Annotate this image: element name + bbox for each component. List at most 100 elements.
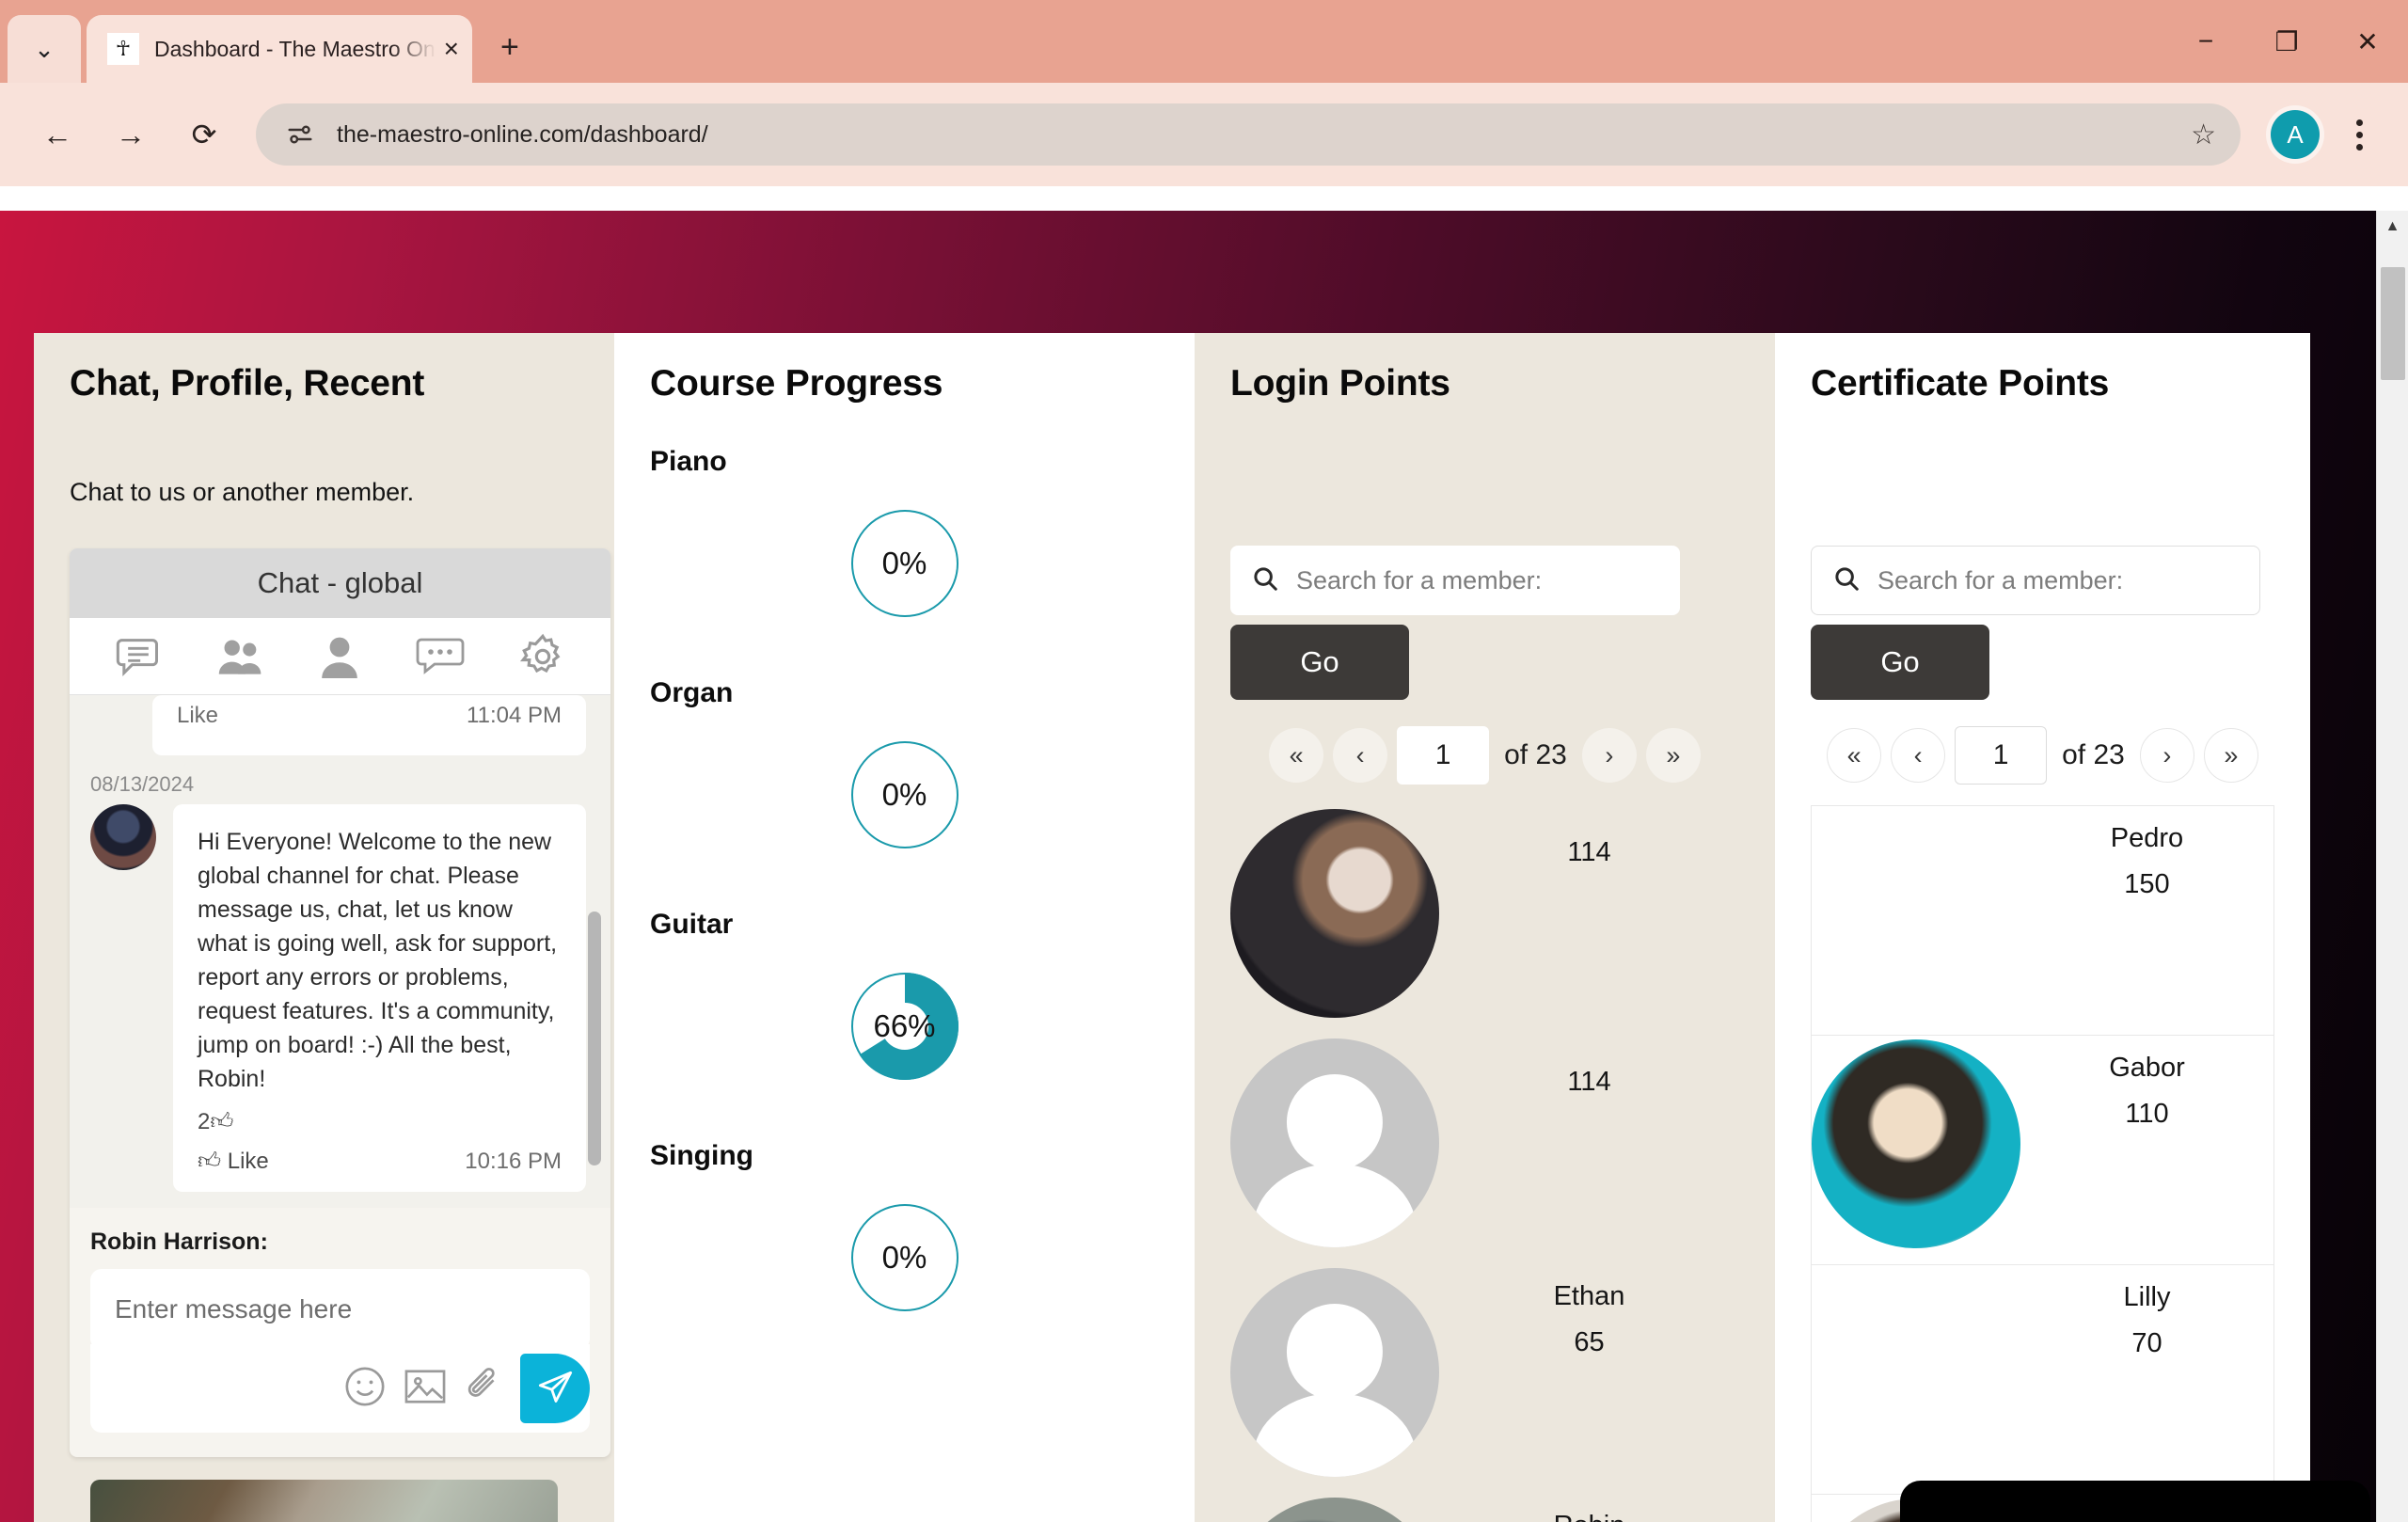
- list-item[interactable]: Ethan 65: [1230, 1264, 1739, 1494]
- message-text: Hi Everyone! Welcome to the new global c…: [198, 829, 558, 1092]
- browser-titlebar: ⌄ ☥ Dashboard - The Maestro Onlin × + − …: [0, 0, 2408, 83]
- forward-icon[interactable]: →: [94, 98, 167, 171]
- progress-value: 66%: [873, 1008, 936, 1043]
- message-bubble: Hi Everyone! Welcome to the new global c…: [173, 804, 586, 1192]
- chat-message-scroll[interactable]: Like 11:04 PM 08/13/2024 Hi Everyone! We…: [70, 695, 610, 1208]
- browser-tab-dashboard[interactable]: ☥ Dashboard - The Maestro Onlin ×: [87, 15, 472, 83]
- certificate-points-title: Certificate Points: [1811, 363, 2110, 404]
- pager-last-button[interactable]: »: [2203, 728, 2258, 783]
- page-scrollbar[interactable]: ▲: [2376, 211, 2408, 1522]
- course-item-organ: Organ 0%: [650, 677, 1159, 867]
- send-icon[interactable]: [520, 1354, 590, 1423]
- search-icon: [1251, 564, 1279, 597]
- pager-total-label: of 23: [2062, 739, 2125, 770]
- progress-value: 0%: [881, 546, 927, 580]
- pager-prev-button[interactable]: ‹: [1333, 728, 1388, 783]
- url-text: the-maestro-online.com/dashboard/: [337, 120, 708, 148]
- member-avatar: [1230, 809, 1439, 1018]
- people-group-icon[interactable]: [216, 635, 265, 678]
- member-name: Lilly: [2123, 1282, 2171, 1312]
- scroll-up-icon[interactable]: ▲: [2377, 211, 2408, 243]
- chat-bubble-lines-icon[interactable]: [114, 632, 163, 681]
- go-button[interactable]: Go: [1811, 625, 1989, 700]
- login-points-column: Login Points Search for a member: Go « ‹…: [1195, 333, 1775, 1522]
- member-score: 150: [2124, 869, 2170, 899]
- certificate-points-search-row: Search for a member: Go: [1811, 546, 2274, 700]
- minimize-button[interactable]: −: [2165, 0, 2246, 83]
- browser-window: ⌄ ☥ Dashboard - The Maestro Onlin × + − …: [0, 0, 2408, 1522]
- pager-last-button[interactable]: »: [1645, 728, 1701, 783]
- back-icon[interactable]: ←: [21, 98, 94, 171]
- chat-action-bar: [90, 1344, 590, 1433]
- member-score: 65: [1574, 1327, 1605, 1357]
- chat-message-input[interactable]: Enter message here: [90, 1269, 590, 1350]
- gear-icon[interactable]: [519, 633, 566, 680]
- pager-prev-button[interactable]: ‹: [1891, 728, 1946, 783]
- member-avatar: [1230, 1268, 1439, 1477]
- scrollbar-thumb[interactable]: [2381, 267, 2405, 380]
- course-label: Guitar: [650, 909, 734, 940]
- pager-next-button[interactable]: ›: [1581, 728, 1637, 783]
- maximize-button[interactable]: ❐: [2246, 0, 2327, 83]
- login-points-title: Login Points: [1230, 363, 1450, 404]
- chat-widget: Chat - global Like 11:04 PM 08/13/2024 H…: [70, 548, 610, 1457]
- browser-toolbar: ← → ⟳ the-maestro-online.com/dashboard/ …: [0, 83, 2408, 186]
- address-bar[interactable]: the-maestro-online.com/dashboard/ ☆: [256, 103, 2241, 166]
- course-label: Piano: [650, 446, 727, 477]
- go-button[interactable]: Go: [1230, 625, 1409, 700]
- chat-message: Hi Everyone! Welcome to the new global c…: [70, 804, 610, 1192]
- pager-first-button[interactable]: «: [1269, 728, 1324, 783]
- chat-sender-label: Robin Harrison:: [90, 1229, 268, 1255]
- window-close-button[interactable]: ✕: [2327, 0, 2408, 83]
- close-icon[interactable]: ×: [444, 34, 459, 64]
- like-button-partial[interactable]: Like: [177, 703, 218, 729]
- pager-next-button[interactable]: ›: [2139, 728, 2194, 783]
- member-avatar: [1812, 1039, 2020, 1248]
- progress-donut-guitar: 66%: [832, 954, 977, 1099]
- chat-scrollbar-thumb[interactable]: [588, 912, 601, 1165]
- speech-dots-icon[interactable]: [415, 636, 466, 677]
- attachment-icon[interactable]: [464, 1365, 503, 1413]
- chat-input-wrap: Enter message here: [70, 1256, 610, 1457]
- image-icon[interactable]: [404, 1367, 447, 1411]
- course-label: Singing: [650, 1140, 753, 1171]
- like-button[interactable]: 👍︎ Like: [198, 1149, 269, 1175]
- reload-icon[interactable]: ⟳: [167, 98, 241, 171]
- person-icon[interactable]: [319, 634, 360, 679]
- dashboard-grid: Chat, Profile, Recent Chat to us or anot…: [34, 333, 2310, 1522]
- chat-subtitle: Chat to us or another member.: [70, 478, 415, 506]
- recent-thumbnail[interactable]: [90, 1480, 558, 1522]
- list-item[interactable]: Lilly 70: [1811, 1264, 2274, 1494]
- emoji-icon[interactable]: [343, 1365, 387, 1413]
- progress-value: 0%: [881, 777, 927, 812]
- page-viewport: Chat, Profile, Recent Chat to us or anot…: [0, 211, 2408, 1522]
- search-input[interactable]: Search for a member:: [1230, 546, 1680, 615]
- list-item[interactable]: Gabor 110: [1811, 1035, 2274, 1264]
- message-time: 10:16 PM: [465, 1149, 562, 1174]
- like-count: 2👍︎: [198, 1109, 234, 1134]
- chevron-down-icon: ⌄: [34, 35, 55, 63]
- member-score: 110: [2125, 1099, 2169, 1129]
- login-points-pager: « ‹ 1 of 23 › »: [1230, 726, 1739, 785]
- new-tab-button[interactable]: +: [500, 29, 519, 66]
- certificate-points-list: Pedro 150 Gabor 110 Lilly 70: [1811, 805, 2274, 1522]
- avatar[interactable]: A: [2271, 110, 2320, 159]
- page-title: Chat, Profile, Recent: [70, 363, 425, 404]
- site-settings-icon[interactable]: [280, 115, 320, 154]
- pager-first-button[interactable]: «: [1827, 728, 1882, 783]
- member-name: Ethan: [1553, 1281, 1625, 1311]
- list-item[interactable]: Pedro 150: [1811, 805, 2274, 1035]
- pager-page-input[interactable]: 1: [1955, 726, 2048, 785]
- chat-message-partial: Like 11:04 PM: [152, 695, 586, 755]
- course-progress-column: Course Progress Piano 0% Organ 0% Guitar…: [614, 333, 1195, 1522]
- member-name: Pedro: [2110, 823, 2184, 853]
- pager-page-input[interactable]: 1: [1397, 726, 1490, 785]
- tab-search-button[interactable]: ⌄: [8, 15, 81, 83]
- search-input[interactable]: Search for a member:: [1811, 546, 2260, 615]
- list-item[interactable]: 114: [1230, 1035, 1739, 1264]
- list-item[interactable]: Robin 62: [1230, 1494, 1739, 1522]
- bookmark-star-icon[interactable]: ☆: [2191, 119, 2216, 151]
- list-item[interactable]: 114: [1230, 805, 1739, 1035]
- search-icon: [1832, 564, 1861, 597]
- browser-menu-button[interactable]: [2331, 119, 2387, 151]
